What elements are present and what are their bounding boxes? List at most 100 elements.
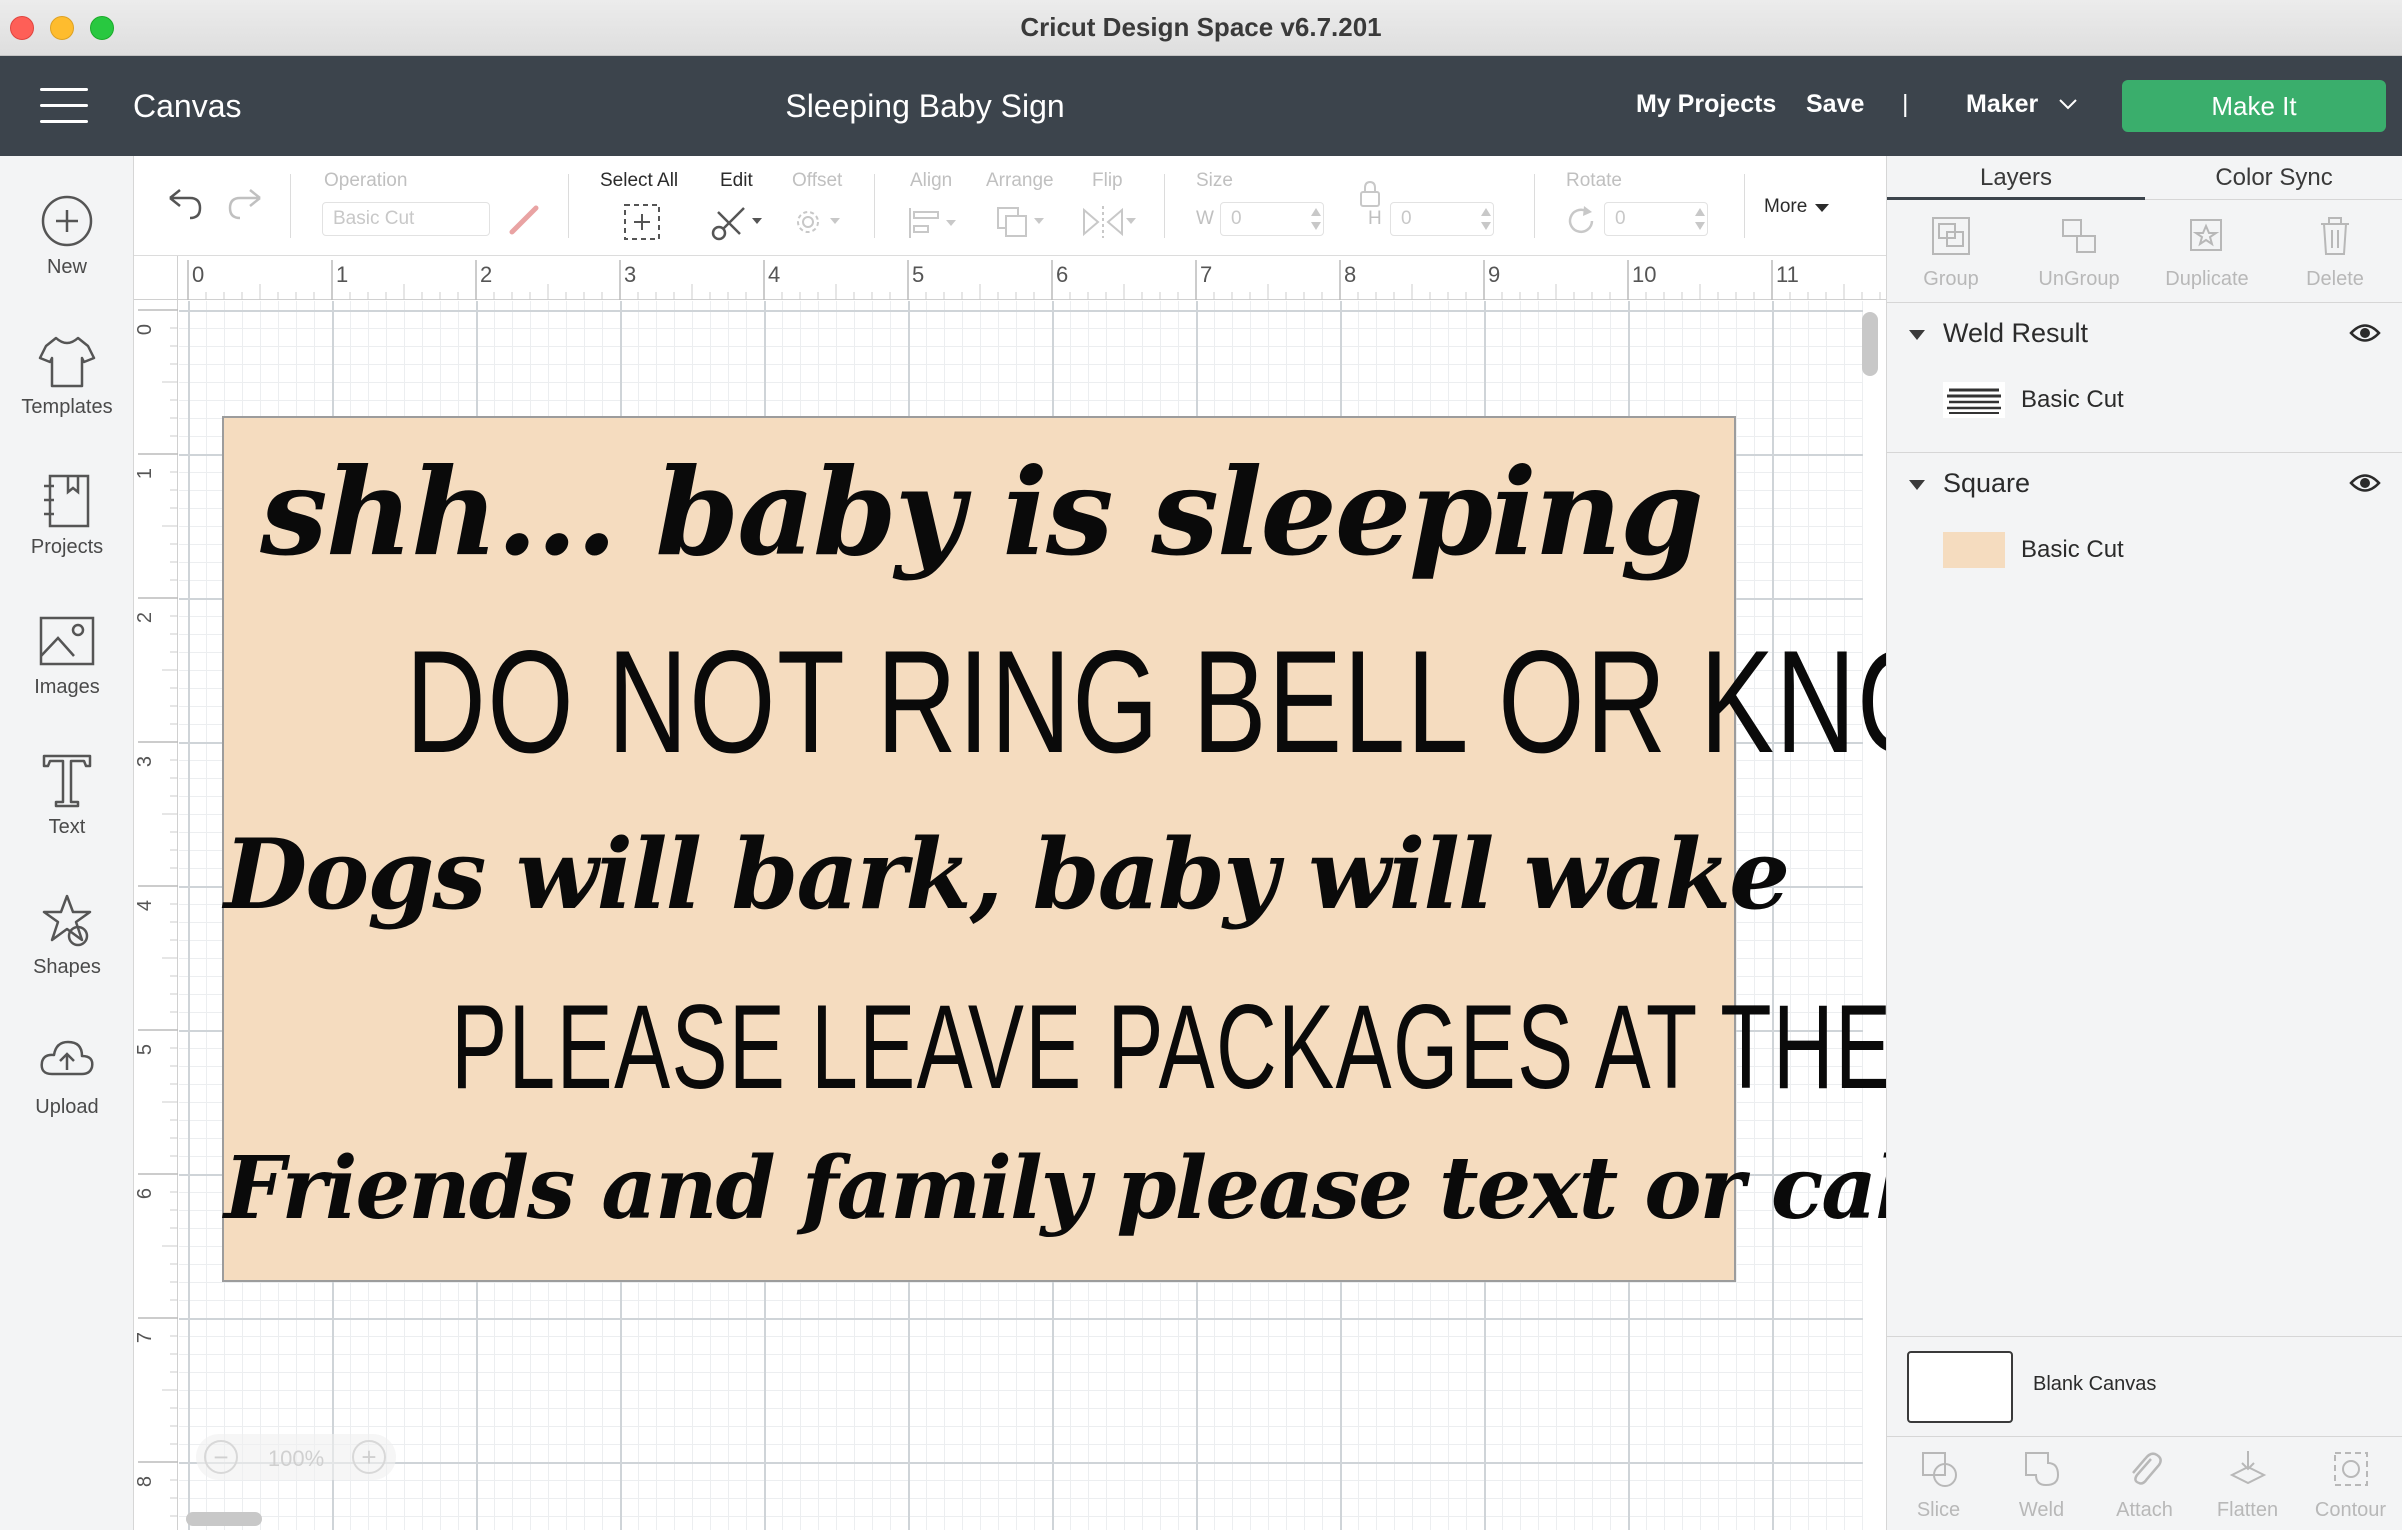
collapse-caret-icon[interactable] [1909,330,1925,340]
zoom-out-button[interactable]: − [204,1440,238,1474]
width-stepper-icon[interactable] [1310,206,1322,232]
layer-row[interactable]: Basic Cut [1887,518,2402,588]
sign-design[interactable]: shh... baby is sleeping DO NOT RING BELL… [222,416,1886,1282]
flatten-label: Flatten [2216,1499,2279,1521]
rotate-stepper-icon[interactable] [1694,206,1706,232]
rotate-icon [1568,206,1594,234]
edit-scissors-icon[interactable] [710,202,766,242]
ruler-label: 8 [134,1475,157,1488]
project-title[interactable]: Sleeping Baby Sign [0,88,1850,125]
layer-group-weld-result[interactable]: Weld Result [1887,304,2402,364]
ungroup-icon [2062,219,2096,253]
rotate-input[interactable]: 0 [1604,202,1708,236]
sidebar-item-new[interactable]: New [0,192,134,312]
flatten-button[interactable]: Flatten [2196,1437,2299,1530]
attach-button[interactable]: Attach [2093,1437,2196,1530]
flip-label: Flip [1092,170,1123,191]
delete-button[interactable]: Delete [2271,208,2399,298]
blank-canvas-row[interactable]: Blank Canvas [1887,1336,2402,1436]
sign-text-line[interactable]: Friends and family please text or call [224,1138,1886,1239]
sidebar-item-shapes[interactable]: Shapes [0,892,134,1012]
machine-select[interactable]: Maker [1966,90,2038,119]
height-label: H [1368,208,1382,229]
redo-icon[interactable] [226,186,266,222]
ruler-label: 7 [134,1331,157,1344]
eye-visibility-icon[interactable] [2349,472,2381,494]
ruler-label: 7 [1200,262,1213,287]
sidebar-item-templates[interactable]: Templates [0,332,134,452]
flip-icon[interactable] [1080,204,1140,240]
bottom-action-bar: Slice Weld Attach Flatten Contour [1887,1436,2402,1530]
toolbar-separator [874,174,875,238]
sidebar-item-upload[interactable]: Upload [0,1032,134,1152]
ruler-label: 4 [768,262,781,287]
eye-visibility-icon[interactable] [2349,322,2381,344]
collapse-caret-icon[interactable] [1909,480,1925,490]
layer-group-square[interactable]: Square [1887,454,2402,514]
sidebar-item-text[interactable]: Text [0,752,134,872]
contour-icon [2334,1452,2368,1486]
slice-button[interactable]: Slice [1887,1437,1990,1530]
ruler-label: 5 [134,1043,157,1056]
ungroup-button[interactable]: UnGroup [2015,208,2143,298]
my-projects-button[interactable]: My Projects [1636,90,1776,119]
design-canvas[interactable]: shh... baby is sleeping DO NOT RING BELL… [134,256,1886,1530]
group-button[interactable]: Group [1887,208,2015,298]
zoom-in-button[interactable]: + [352,1440,386,1474]
ruler-label: 3 [624,262,637,287]
contour-label: Contour [2314,1499,2387,1521]
width-label: W [1196,208,1214,229]
sidebar-item-images[interactable]: Images [0,612,134,732]
sidebar-item-label: Projects [30,536,104,558]
caret-down-icon[interactable] [1814,202,1830,214]
sign-text-line[interactable]: Dogs will bark, baby will wake [224,818,1790,931]
sign-text-line[interactable]: PLEASE LEAVE PACKAGES AT THE DOOR [451,978,1886,1116]
group-icon [1932,217,1970,255]
lock-icon[interactable] [1358,180,1382,208]
sidebar-item-label: Templates [21,396,113,418]
undo-icon[interactable] [164,186,204,222]
height-input[interactable]: 0 [1390,202,1494,236]
blank-canvas-swatch[interactable] [1907,1351,2013,1423]
save-button[interactable]: Save [1806,90,1864,119]
operation-select[interactable]: Basic Cut [322,202,490,236]
blank-canvas-label: Blank Canvas [2033,1373,2157,1395]
ruler-label: 1 [336,262,349,287]
more-button[interactable]: More [1764,196,1807,218]
tab-layers[interactable]: Layers [1887,156,2145,200]
edit-label[interactable]: Edit [720,170,753,192]
offset-icon[interactable] [792,204,848,240]
align-icon[interactable] [906,206,962,240]
horizontal-scrollbar[interactable] [186,1512,262,1526]
paperclip-icon [2132,1452,2162,1485]
sign-text-line[interactable]: shh... baby is sleeping [224,442,1738,583]
text-t-icon [42,754,92,808]
sidebar-item-label: Images [34,676,100,698]
layer-color-swatch[interactable] [1943,532,2005,568]
tab-color-sync[interactable]: Color Sync [2145,156,2402,200]
weld-label: Weld [2018,1499,2065,1521]
header-divider: | [1902,90,1909,118]
sidebar-item-label: New [46,256,87,278]
ruler-label: 11 [1776,262,1799,287]
make-it-button[interactable]: Make It [2122,80,2386,132]
sidebar-item-projects[interactable]: Projects [0,472,134,592]
width-input[interactable]: 0 [1220,202,1324,236]
offset-label: Offset [792,170,843,191]
layer-row[interactable]: Basic Cut [1887,368,2402,438]
select-all-icon[interactable] [622,202,662,242]
select-all-label[interactable]: Select All [600,170,678,192]
tshirt-icon [38,336,96,388]
delete-label: Delete [2306,268,2364,290]
vertical-scrollbar[interactable] [1862,312,1878,376]
height-stepper-icon[interactable] [1480,206,1492,232]
contour-button[interactable]: Contour [2299,1437,2402,1530]
color-swatch-icon[interactable] [508,204,540,236]
sign-text-line[interactable]: DO NOT RING BELL OR KNOCK [406,618,1886,786]
chevron-down-icon[interactable] [2058,94,2078,114]
layers-panel: Layers Color Sync Group UnGroup Duplicat… [1886,156,2402,1530]
window-title: Cricut Design Space v6.7.201 [1020,12,1382,42]
arrange-icon[interactable] [994,204,1050,240]
weld-button[interactable]: Weld [1990,1437,2093,1530]
duplicate-button[interactable]: Duplicate [2143,208,2271,298]
